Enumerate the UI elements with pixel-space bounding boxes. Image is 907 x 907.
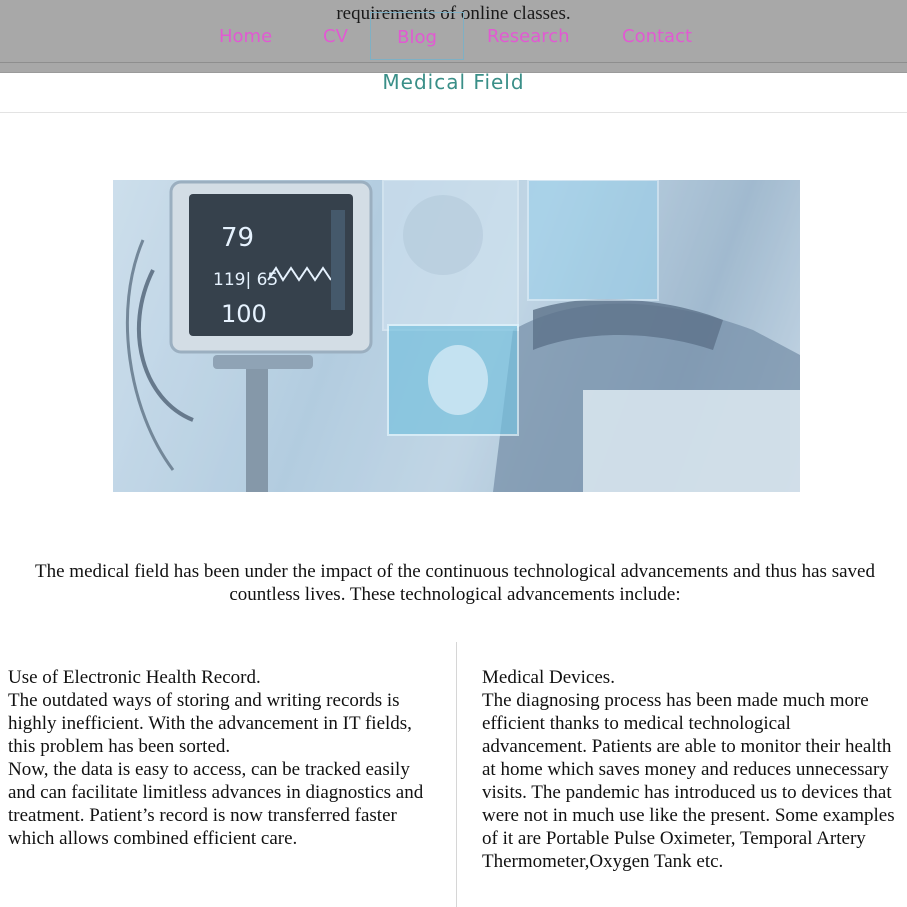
nav-divider [0, 62, 907, 63]
medical-equipment-image: 79 119| 65 100 [113, 180, 800, 492]
main-nav: Home CV Blog Research Contact [0, 12, 907, 60]
column-divider [456, 642, 457, 907]
intro-text: The medical field has been under the imp… [35, 561, 875, 605]
nav-blog[interactable]: Blog [370, 12, 464, 60]
nav-research[interactable]: Research [487, 24, 570, 50]
ehr-heading: Use of Electronic Health Record. [8, 667, 261, 688]
devices-heading: Medical Devices. [482, 667, 615, 688]
ehr-para-2: Now, the data is easy to access, can be … [8, 759, 424, 849]
nav-home[interactable]: Home [219, 24, 272, 50]
section-title: Medical Field [382, 70, 525, 94]
devices-column: Medical Devices. The diagnosing process … [482, 666, 900, 873]
header-bar: requirements of online classes. Home CV … [0, 0, 907, 73]
ehr-column: Use of Electronic Health Record. The out… [8, 666, 438, 850]
title-rule [0, 112, 907, 113]
devices-para-1: The diagnosing process has been made muc… [482, 690, 895, 872]
nav-cv[interactable]: CV [323, 24, 348, 50]
hero-illustration: 79 119| 65 100 [113, 180, 800, 492]
nav-contact[interactable]: Contact [622, 24, 692, 50]
ehr-para-1: The outdated ways of storing and writing… [8, 690, 412, 757]
